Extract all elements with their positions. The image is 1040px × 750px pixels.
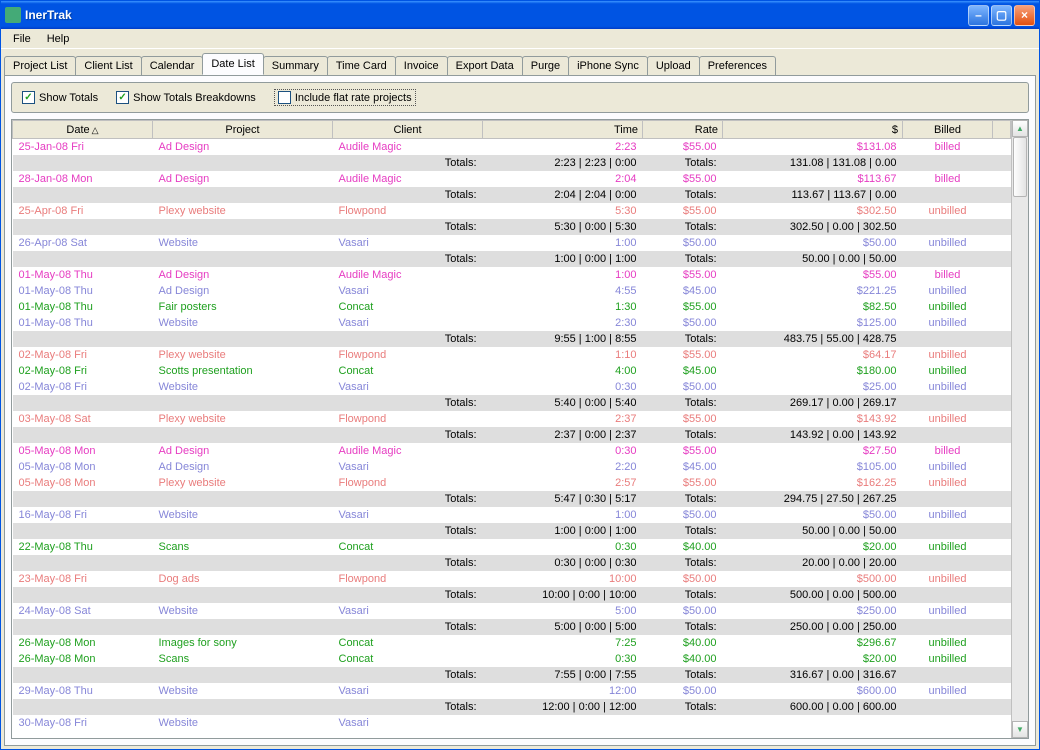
tab-invoice[interactable]: Invoice	[395, 56, 448, 75]
totals-row: Totals:7:55 | 0:00 | 7:55Totals:316.67 |…	[13, 667, 1011, 683]
tab-summary[interactable]: Summary	[263, 56, 328, 75]
table-row[interactable]: 25-Jan-08 FriAd DesignAudile Magic2:23$5…	[13, 139, 1011, 155]
totals-row: Totals:2:23 | 2:23 | 0:00Totals:131.08 |…	[13, 155, 1011, 171]
col-time[interactable]: Time	[483, 121, 643, 139]
show-totals-label: Show Totals	[39, 92, 98, 104]
totals-row: Totals:5:40 | 0:00 | 5:40Totals:269.17 |…	[13, 395, 1011, 411]
col-rate[interactable]: Rate	[643, 121, 723, 139]
col-amount[interactable]: $	[723, 121, 903, 139]
tab-time-card[interactable]: Time Card	[327, 56, 396, 75]
col-client[interactable]: Client	[333, 121, 483, 139]
table-row[interactable]: 30-May-08 FriWebsiteVasari	[13, 715, 1011, 731]
tab-export-data[interactable]: Export Data	[447, 56, 523, 75]
totals-row: Totals:5:30 | 0:00 | 5:30Totals:302.50 |…	[13, 219, 1011, 235]
scroll-down-button[interactable]: ▼	[1012, 721, 1028, 738]
menu-file[interactable]: File	[5, 31, 39, 47]
tab-client-list[interactable]: Client List	[75, 56, 141, 75]
window-title: InerTrak	[25, 8, 968, 22]
table-row[interactable]: 05-May-08 MonPlexy websiteFlowpond2:57$5…	[13, 475, 1011, 491]
vertical-scrollbar[interactable]: ▲ ▼	[1011, 120, 1028, 738]
table-row[interactable]: 26-Apr-08 SatWebsiteVasari1:00$50.00$50.…	[13, 235, 1011, 251]
tab-panel: Show Totals Show Totals Breakdowns Inclu…	[4, 75, 1036, 746]
table-row[interactable]: 05-May-08 MonAd DesignVasari2:20$45.00$1…	[13, 459, 1011, 475]
tab-project-list[interactable]: Project List	[4, 56, 76, 75]
app-icon	[5, 7, 21, 23]
table-row[interactable]: 26-May-08 MonScansConcat0:30$40.00$20.00…	[13, 651, 1011, 667]
checkbox-icon	[278, 91, 291, 104]
maximize-button[interactable]: ▢	[991, 5, 1012, 26]
tab-date-list[interactable]: Date List	[202, 53, 263, 75]
totals-row: Totals:10:00 | 0:00 | 10:00Totals:500.00…	[13, 587, 1011, 603]
scroll-thumb[interactable]	[1013, 137, 1027, 197]
table-row[interactable]: 26-May-08 MonImages for sonyConcat7:25$4…	[13, 635, 1011, 651]
table-row[interactable]: 16-May-08 FriWebsiteVasari1:00$50.00$50.…	[13, 507, 1011, 523]
col-project[interactable]: Project	[153, 121, 333, 139]
tab-iphone-sync[interactable]: iPhone Sync	[568, 56, 648, 75]
table-row[interactable]: 01-May-08 ThuAd DesignVasari4:55$45.00$2…	[13, 283, 1011, 299]
menubar: File Help	[1, 29, 1039, 49]
table-row[interactable]: 29-May-08 ThuWebsiteVasari12:00$50.00$60…	[13, 683, 1011, 699]
flat-rate-checkbox[interactable]: Include flat rate projects	[278, 91, 412, 104]
table-row[interactable]: 02-May-08 FriPlexy websiteFlowpond1:10$5…	[13, 347, 1011, 363]
table-row[interactable]: 05-May-08 MonAd DesignAudile Magic0:30$5…	[13, 443, 1011, 459]
tab-bar: Project ListClient ListCalendarDate List…	[4, 54, 1036, 75]
header-row: Date△ Project Client Time Rate $ Billed	[13, 121, 1011, 139]
checkbox-icon	[22, 91, 35, 104]
col-date[interactable]: Date△	[13, 121, 153, 139]
options-bar: Show Totals Show Totals Breakdowns Inclu…	[11, 82, 1029, 113]
totals-row: Totals:1:00 | 0:00 | 1:00Totals:50.00 | …	[13, 523, 1011, 539]
sort-asc-icon: △	[92, 125, 99, 135]
table-row[interactable]: 01-May-08 ThuWebsiteVasari2:30$50.00$125…	[13, 315, 1011, 331]
table-row[interactable]: 01-May-08 ThuAd DesignAudile Magic1:00$5…	[13, 267, 1011, 283]
table-row[interactable]: 02-May-08 FriScotts presentationConcat4:…	[13, 363, 1011, 379]
minimize-button[interactable]: –	[968, 5, 989, 26]
menu-help[interactable]: Help	[39, 31, 78, 47]
table-row[interactable]: 03-May-08 SatPlexy websiteFlowpond2:37$5…	[13, 411, 1011, 427]
totals-row: Totals:9:55 | 1:00 | 8:55Totals:483.75 |…	[13, 331, 1011, 347]
table-row[interactable]: 22-May-08 ThuScansConcat0:30$40.00$20.00…	[13, 539, 1011, 555]
tab-upload[interactable]: Upload	[647, 56, 700, 75]
show-breakdowns-checkbox[interactable]: Show Totals Breakdowns	[116, 91, 256, 104]
date-list-grid[interactable]: Date△ Project Client Time Rate $ Billed …	[12, 120, 1011, 738]
totals-row: Totals:5:00 | 0:00 | 5:00Totals:250.00 |…	[13, 619, 1011, 635]
totals-row: Totals:0:30 | 0:00 | 0:30Totals:20.00 | …	[13, 555, 1011, 571]
col-billed[interactable]: Billed	[903, 121, 993, 139]
table-row[interactable]: 23-May-08 FriDog adsFlowpond10:00$50.00$…	[13, 571, 1011, 587]
show-totals-checkbox[interactable]: Show Totals	[22, 91, 98, 104]
flat-rate-label: Include flat rate projects	[295, 92, 412, 104]
totals-row: Totals:12:00 | 0:00 | 12:00Totals:600.00…	[13, 699, 1011, 715]
table-row[interactable]: 28-Jan-08 MonAd DesignAudile Magic2:04$5…	[13, 171, 1011, 187]
totals-row: Totals:2:37 | 0:00 | 2:37Totals:143.92 |…	[13, 427, 1011, 443]
titlebar: InerTrak – ▢ ×	[1, 1, 1039, 29]
scroll-up-button[interactable]: ▲	[1012, 120, 1028, 137]
totals-row: Totals:2:04 | 2:04 | 0:00Totals:113.67 |…	[13, 187, 1011, 203]
checkbox-icon	[116, 91, 129, 104]
show-breakdowns-label: Show Totals Breakdowns	[133, 92, 256, 104]
tab-purge[interactable]: Purge	[522, 56, 569, 75]
totals-row: Totals:1:00 | 0:00 | 1:00Totals:50.00 | …	[13, 251, 1011, 267]
table-row[interactable]: 25-Apr-08 FriPlexy websiteFlowpond5:30$5…	[13, 203, 1011, 219]
close-button[interactable]: ×	[1014, 5, 1035, 26]
tab-calendar[interactable]: Calendar	[141, 56, 204, 75]
table-row[interactable]: 01-May-08 ThuFair postersConcat1:30$55.0…	[13, 299, 1011, 315]
tab-preferences[interactable]: Preferences	[699, 56, 776, 75]
table-row[interactable]: 24-May-08 SatWebsiteVasari5:00$50.00$250…	[13, 603, 1011, 619]
table-row[interactable]: 02-May-08 FriWebsiteVasari0:30$50.00$25.…	[13, 379, 1011, 395]
totals-row: Totals:5:47 | 0:30 | 5:17Totals:294.75 |…	[13, 491, 1011, 507]
col-pad	[993, 121, 1011, 139]
